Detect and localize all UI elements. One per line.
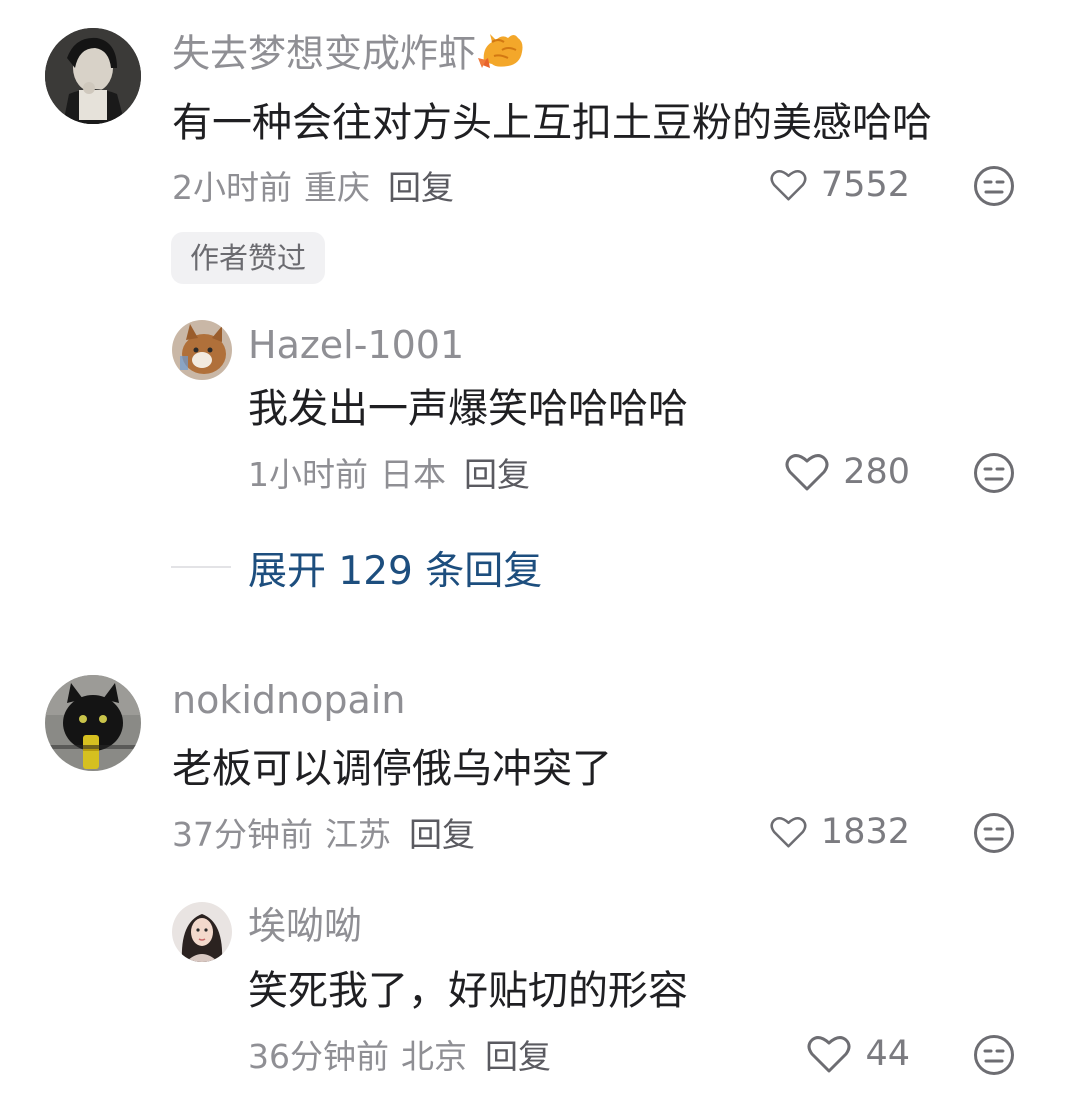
reply-button[interactable]: 回复 [409,808,475,856]
avatar[interactable] [172,320,232,380]
comment-time: 2小时前 [172,168,292,207]
avatar[interactable] [172,902,232,962]
comment-text: 有一种会往对方头上互扣土豆粉的美感哈哈 [172,100,932,146]
like-button[interactable]: 44 [800,1031,910,1077]
heart-icon [770,816,807,848]
avatar[interactable] [45,28,141,124]
like-count: 280 [843,452,910,492]
username-text[interactable]: 失去梦想变成炸虾 [172,32,476,76]
dislike-face-icon[interactable] [973,1034,1015,1076]
comment-time: 37分钟前 [172,815,313,854]
comment-meta: 2小时前 重庆 回复 [172,163,454,207]
reply-button[interactable]: 回复 [464,448,530,496]
expand-divider [171,566,231,568]
reply-time: 1小时前 [248,455,368,494]
fried-shrimp-emoji-icon [478,28,526,84]
reply-text: 我发出一声爆笑哈哈哈哈 [248,386,688,432]
comment-location: 江苏 [325,815,391,854]
reply-meta: 1小时前 日本 回复 [248,450,530,494]
like-button[interactable]: 1832 [770,809,910,855]
reply-meta: 36分钟前 北京 回复 [248,1032,551,1076]
like-count: 1832 [820,812,910,852]
reply-button[interactable]: 回复 [485,1030,551,1078]
comment-text: 老板可以调停俄乌冲突了 [172,746,612,792]
like-count: 44 [865,1034,910,1074]
comment-list: 失去梦想变成炸虾 有一种会往对方头上互扣土豆粉的美感哈哈 2小时前 重庆 回复 … [0,0,1080,1104]
like-button[interactable]: 7552 [770,162,910,208]
reply-button[interactable]: 回复 [388,161,454,209]
avatar[interactable] [45,675,141,771]
like-button[interactable]: 280 [780,449,910,495]
heart-icon [785,454,829,491]
comment-location: 重庆 [304,168,370,207]
dislike-face-icon[interactable] [973,812,1015,854]
author-liked-badge: 作者赞过 [171,232,326,284]
reply-location: 日本 [380,455,446,494]
reply-username[interactable]: 埃呦呦 [248,903,362,949]
expand-replies-button[interactable]: 展开 129 条回复 [248,540,542,596]
reply-username[interactable]: Hazel-1001 [248,322,464,368]
reply-time: 36分钟前 [248,1037,389,1076]
dislike-face-icon[interactable] [973,165,1015,207]
comment-username[interactable]: nokidnopain [172,676,405,724]
reply-location: 北京 [401,1037,467,1076]
comment-username[interactable]: 失去梦想变成炸虾 [172,28,526,84]
dislike-face-icon[interactable] [973,452,1015,494]
like-count: 7552 [820,165,910,205]
comment-meta: 37分钟前 江苏 回复 [172,810,475,854]
heart-icon [807,1036,851,1073]
heart-icon [770,169,807,201]
reply-text: 笑死我了，好贴切的形容 [248,968,688,1014]
